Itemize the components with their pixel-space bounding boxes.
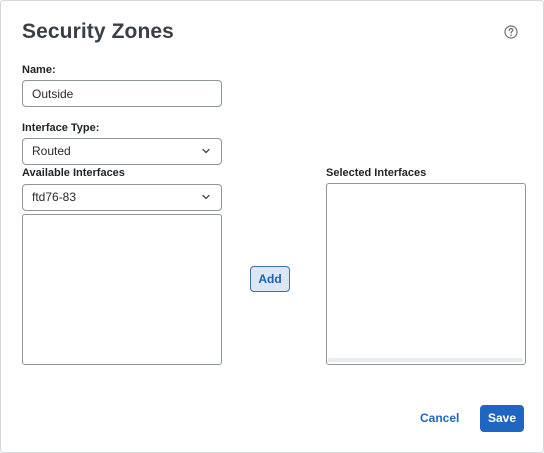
interface-type-value: Routed bbox=[32, 144, 71, 158]
chevron-down-icon bbox=[202, 148, 210, 154]
security-zones-dialog: Security Zones Name: Interface Type: Rou… bbox=[0, 0, 544, 453]
cancel-button[interactable]: Cancel bbox=[420, 411, 459, 425]
available-interfaces-list[interactable] bbox=[22, 214, 222, 365]
name-input[interactable] bbox=[22, 80, 222, 107]
interface-type-select[interactable]: Routed bbox=[22, 138, 222, 165]
dialog-title: Security Zones bbox=[22, 20, 174, 43]
horizontal-scrollbar[interactable] bbox=[328, 358, 523, 362]
save-button[interactable]: Save bbox=[480, 405, 524, 432]
device-select[interactable]: ftd76-83 bbox=[22, 184, 222, 211]
selected-interfaces-label: Selected Interfaces bbox=[326, 167, 427, 179]
available-interfaces-label: Available Interfaces bbox=[22, 167, 125, 179]
chevron-down-icon bbox=[202, 194, 210, 200]
interface-type-label: Interface Type: bbox=[22, 122, 100, 134]
add-button[interactable]: Add bbox=[250, 266, 290, 292]
help-circle-icon[interactable] bbox=[504, 25, 518, 39]
selected-interfaces-list[interactable] bbox=[326, 183, 526, 365]
device-select-value: ftd76-83 bbox=[32, 190, 77, 204]
name-label: Name: bbox=[22, 64, 56, 76]
